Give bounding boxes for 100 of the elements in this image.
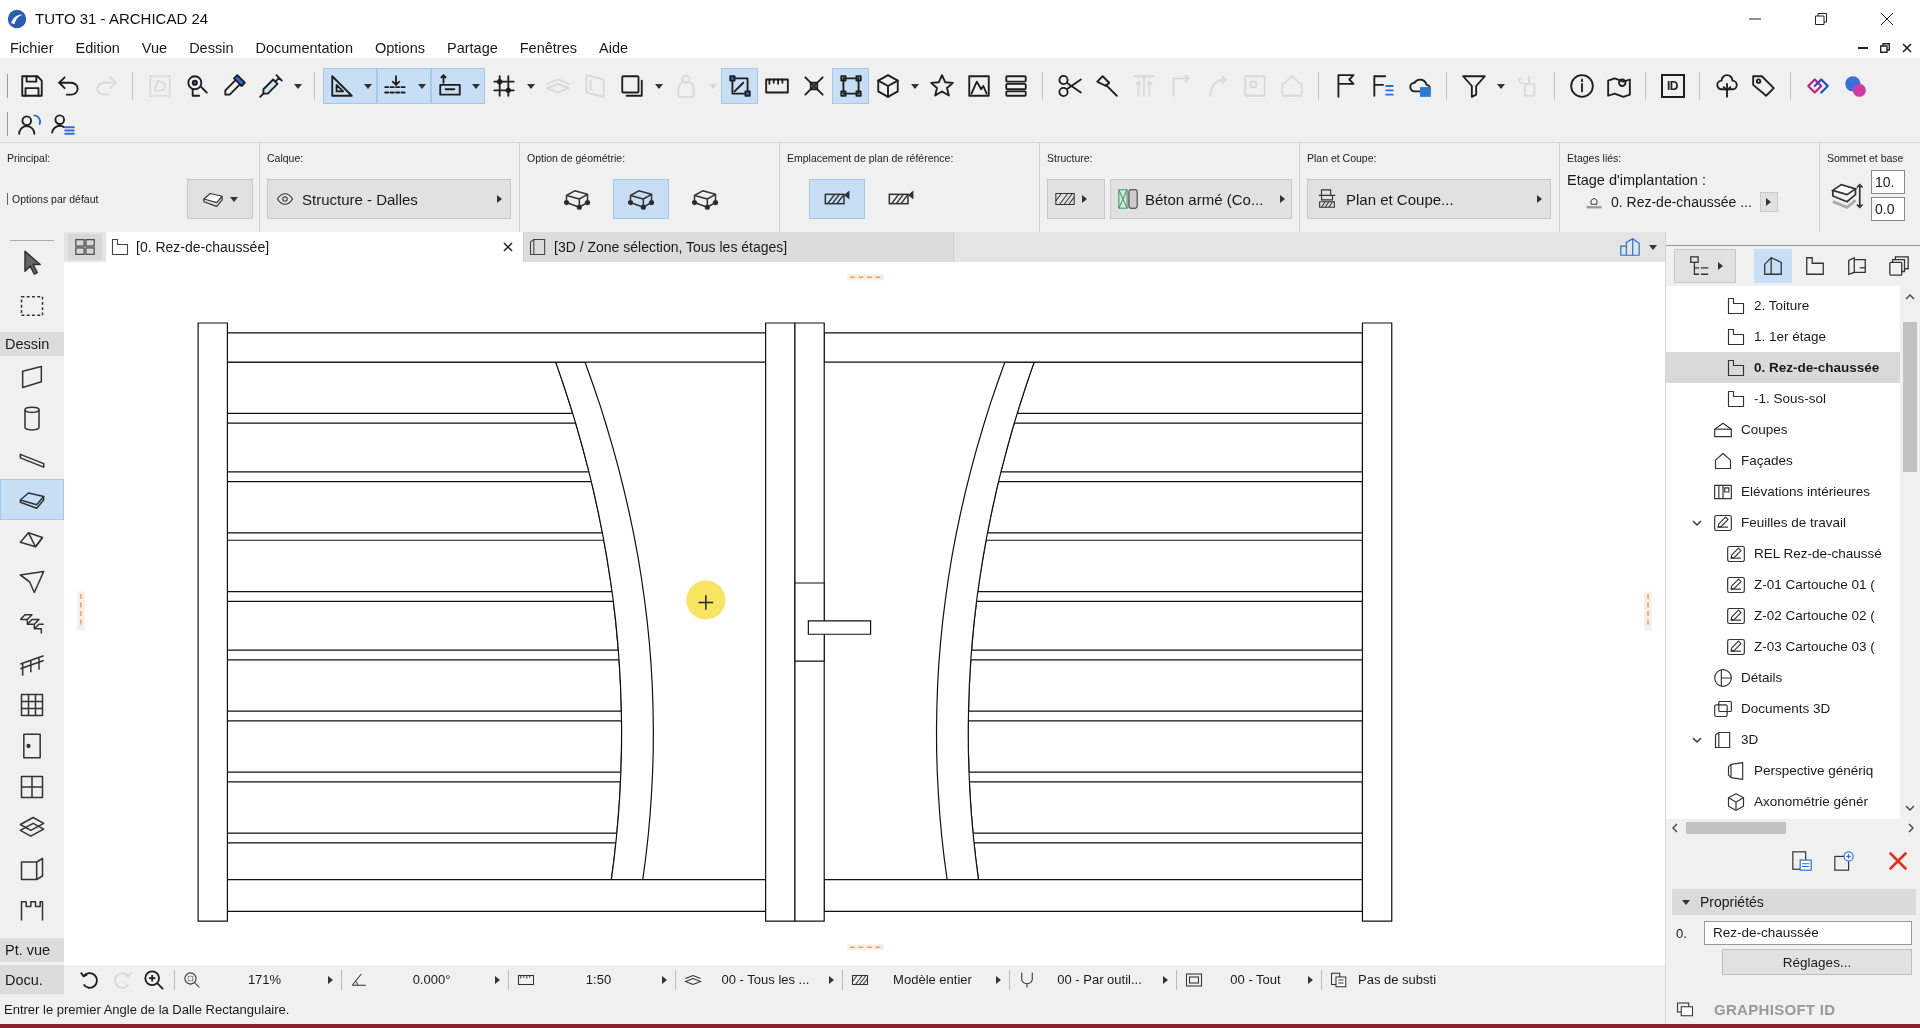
chevron-down-icon[interactable]: [1905, 805, 1915, 811]
geometry-option-button[interactable]: [613, 179, 669, 219]
navigator-tab[interactable]: [1754, 249, 1792, 283]
tree-item[interactable]: Feuilles de travail: [1666, 507, 1900, 538]
caret-right-icon: [1082, 195, 1087, 203]
minimize-icon: [1858, 46, 1868, 49]
toolbox-group-header[interactable]: Dessin: [0, 332, 64, 356]
caret-right-icon: [662, 975, 667, 984]
layer-dropdown[interactable]: Structure - Dalles: [267, 179, 511, 219]
tree-item[interactable]: Documents 3D: [1666, 693, 1900, 724]
caret-right-icon: [996, 975, 1001, 984]
settings-button[interactable]: Réglages...: [1722, 949, 1912, 975]
view-tab[interactable]: [3D / Zone sélection, Tous les étages]: [524, 232, 954, 262]
tree-item[interactable]: 2. Toiture: [1666, 290, 1900, 321]
properties-header[interactable]: Propriétés: [1672, 889, 1916, 915]
pencil-sheet-icon: [1725, 636, 1747, 657]
storey-page-icon: [1725, 295, 1747, 316]
set-square-button[interactable]: [323, 68, 360, 104]
select-frame-button[interactable]: [832, 68, 869, 104]
stacked-boxes-icon: [1712, 698, 1734, 719]
story-select-button[interactable]: [1759, 192, 1778, 212]
document-restore-button[interactable]: [1878, 40, 1892, 55]
chevron-up-icon[interactable]: [1905, 294, 1915, 300]
guide-marker-icon[interactable]: [847, 944, 885, 951]
close-icon[interactable]: [503, 242, 513, 252]
tree-item[interactable]: Façades: [1666, 445, 1900, 476]
tree-item[interactable]: Perspective génériq: [1666, 755, 1900, 786]
caret-right-icon: [328, 975, 333, 984]
snap-guide-button[interactable]: [377, 68, 414, 104]
menu-item[interactable]: Dessin: [183, 38, 240, 57]
scrollbar-thumb[interactable]: [1686, 822, 1786, 834]
home-story-label: Etage d'implantation :: [1567, 172, 1707, 188]
guide-marker-icon[interactable]: [847, 274, 885, 281]
scrollbar-thumb[interactable]: [1903, 322, 1917, 472]
tree-item[interactable]: -1. Sous-sol: [1666, 383, 1900, 414]
tree-item[interactable]: Z-03 Cartouche 03 (: [1666, 631, 1900, 662]
layers-dropdown[interactable]: 00 - Tous les ...: [680, 966, 838, 993]
toolbox-group-header[interactable]: Pt. vue: [0, 938, 64, 962]
view-tab[interactable]: [0. Rez-de-chaussée]: [106, 232, 524, 262]
pen-dropdown[interactable]: 00 - Par outil...: [1014, 966, 1172, 993]
chevron-left-icon[interactable]: [1672, 823, 1678, 833]
menu-item[interactable]: Vue: [135, 38, 174, 57]
menu-item[interactable]: Edition: [69, 38, 126, 57]
tree-item[interactable]: Détails: [1666, 662, 1900, 693]
cube-outline-icon: [1725, 791, 1747, 812]
guide-marker-icon[interactable]: [77, 591, 85, 631]
tree-item[interactable]: Z-02 Cartouche 02 (: [1666, 600, 1900, 631]
tree-item[interactable]: 0. Rez-de-chaussée: [1666, 352, 1900, 383]
tree-item[interactable]: 1. 1er étage: [1666, 321, 1900, 352]
tree-item[interactable]: Axonométrie génér: [1666, 786, 1900, 817]
chevron-right-icon[interactable]: [1908, 823, 1914, 833]
chevron-icon[interactable]: [1692, 736, 1702, 743]
section-label: Structure:: [1047, 152, 1094, 164]
override-dropdown[interactable]: Pas de substi: [1326, 966, 1445, 993]
angle-dropdown[interactable]: 0.000°: [346, 966, 504, 993]
chevron-icon[interactable]: [1692, 519, 1702, 526]
node-frame-button[interactable]: [721, 68, 758, 104]
menu-item[interactable]: Partage: [440, 38, 504, 57]
fill-pattern-button[interactable]: [1047, 179, 1105, 219]
tree-item[interactable]: REL Rez-de-chaussé: [1666, 538, 1900, 569]
document-close-button[interactable]: [1900, 40, 1914, 55]
tree-item[interactable]: Coupes: [1666, 414, 1900, 445]
funnel-icon: [1460, 73, 1487, 99]
name-field[interactable]: Rez-de-chaussée: [1704, 921, 1912, 945]
tree-item[interactable]: Z-01 Cartouche 01 (: [1666, 569, 1900, 600]
tree-item[interactable]: Elévations intérieures: [1666, 476, 1900, 507]
dropdown-button[interactable]: [414, 68, 431, 104]
xy-coordinates-button[interactable]: [431, 68, 468, 104]
scale-dropdown[interactable]: 1:50: [513, 966, 671, 993]
tab-overview-button[interactable]: [68, 234, 102, 260]
favorites-button[interactable]: [187, 179, 253, 219]
input-field[interactable]: 0.0: [1871, 197, 1905, 221]
zoom-dropdown[interactable]: 171%: [179, 966, 337, 993]
plan-section-icon: [1316, 188, 1338, 210]
guide-marker-icon[interactable]: [1644, 591, 1652, 631]
id-frame-button[interactable]: ID: [1654, 68, 1691, 104]
preset-name: Options par défaut: [7, 193, 182, 205]
caret-right-icon: [495, 975, 500, 984]
menu-item[interactable]: Fichier: [4, 38, 60, 57]
material-dropdown[interactable]: Béton armé (Co...: [1110, 179, 1292, 219]
windows-stack-icon: [1676, 1000, 1694, 1018]
zoom-in-button[interactable]: [143, 968, 165, 991]
menu-item[interactable]: Options: [369, 38, 431, 57]
menu-item[interactable]: Fenêtres: [513, 38, 583, 57]
dropdown-button[interactable]: [468, 68, 485, 104]
menu-item[interactable]: Aide: [593, 38, 635, 57]
model-dropdown[interactable]: Modèle entier: [847, 966, 1005, 993]
navigator-mode-button[interactable]: [1674, 249, 1736, 283]
plan-section-dropdown[interactable]: Plan et Coupe...: [1307, 179, 1551, 219]
graphic-dropdown[interactable]: 00 - Tout: [1181, 966, 1317, 993]
dropdown-button[interactable]: [360, 68, 377, 104]
reference-plane-button[interactable]: [809, 179, 865, 219]
storey-page-icon: [1804, 255, 1826, 277]
slab-tool[interactable]: [0, 479, 64, 520]
menu-item[interactable]: Documentation: [249, 38, 359, 57]
tree-item[interactable]: 3D: [1666, 724, 1900, 755]
input-field[interactable]: 10.: [1871, 170, 1905, 194]
composite-swatch-icon: [1117, 188, 1139, 210]
toolbox-group-header[interactable]: Docu.: [0, 965, 64, 994]
caret-right-icon: [1766, 198, 1772, 206]
